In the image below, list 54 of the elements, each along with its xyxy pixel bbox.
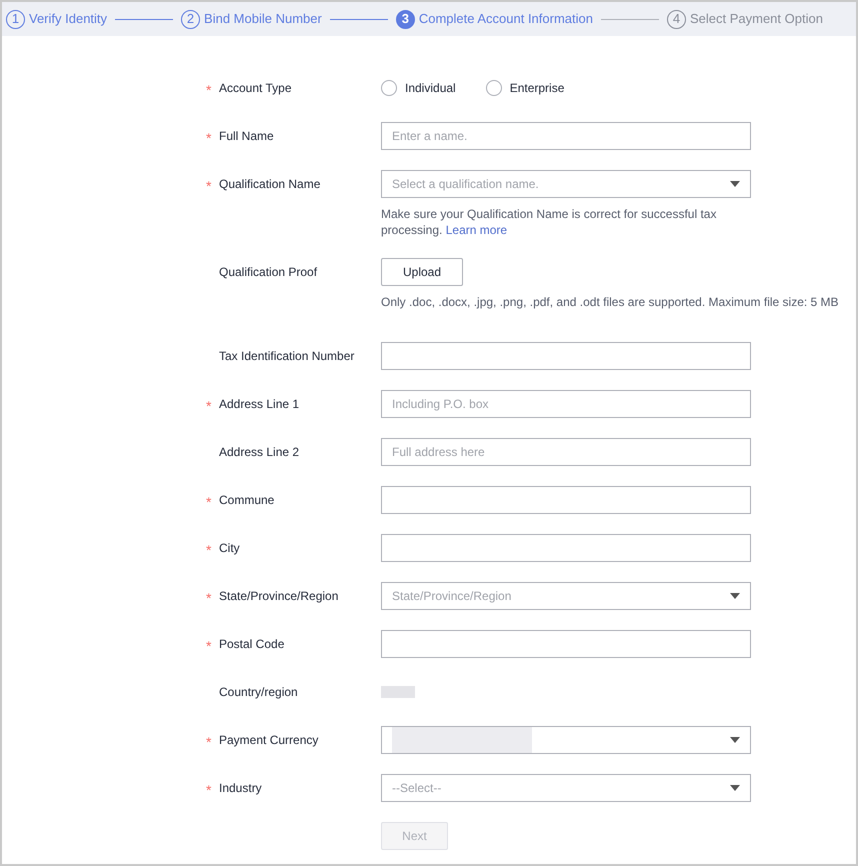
- required-mark: *: [206, 82, 212, 98]
- step-label: Verify Identity: [29, 10, 108, 28]
- step-number: 1: [6, 10, 25, 28]
- caret-icon: [730, 593, 740, 599]
- field-label: Qualification Proof: [219, 264, 318, 281]
- required-mark: *: [206, 590, 212, 606]
- step-number: 2: [181, 10, 200, 28]
- hint-text: Only .doc, .docx, .jpg, .png, .pdf, and .odt files are supported. Maximum file size: 5 MB: [381, 294, 840, 310]
- radio-option[interactable]: Individual: [381, 79, 456, 97]
- select-field[interactable]: [381, 726, 751, 754]
- field-label: Address Line 2: [219, 444, 300, 461]
- field-label: Country/region: [219, 684, 298, 701]
- required-mark: *: [206, 638, 212, 654]
- field-label: Full Name: [219, 128, 274, 145]
- required-mark: *: [206, 178, 212, 194]
- select-field[interactable]: Select a qualification name.: [381, 170, 751, 198]
- field-label: Postal Code: [219, 636, 284, 653]
- field-label: Address Line 1: [219, 396, 300, 413]
- step-label: Select Payment Option: [690, 10, 823, 28]
- select-field[interactable]: --Select--: [381, 774, 751, 802]
- step-number: 4: [666, 10, 686, 28]
- caret-icon: [730, 785, 740, 791]
- text-field[interactable]: [381, 342, 751, 370]
- text-field[interactable]: [381, 486, 751, 514]
- required-mark: *: [206, 494, 212, 510]
- select-field[interactable]: State/Province/Region: [381, 582, 751, 610]
- caret-icon: [730, 737, 740, 743]
- step-label: Bind Mobile Number: [204, 10, 322, 28]
- text-field[interactable]: [381, 534, 751, 562]
- required-mark: *: [206, 542, 212, 558]
- text-field[interactable]: Enter a name.: [381, 122, 751, 150]
- field-label: State/Province/Region: [219, 588, 338, 605]
- text-field[interactable]: Including P.O. box: [381, 390, 751, 418]
- field-label: Industry: [219, 780, 262, 797]
- radio-option[interactable]: Enterprise: [486, 79, 564, 97]
- text-field[interactable]: Full address here: [381, 438, 751, 466]
- field-label: City: [219, 540, 240, 557]
- field-label: Qualification Name: [219, 176, 320, 193]
- step-label: Complete Account Information: [418, 10, 593, 28]
- learn-more-link[interactable]: Learn more: [446, 223, 508, 237]
- field-label: Tax Identification Number: [219, 348, 354, 365]
- caret-icon: [730, 181, 740, 187]
- required-mark: *: [206, 782, 212, 798]
- text-field[interactable]: [381, 630, 751, 658]
- step-number: 3: [396, 10, 415, 28]
- required-mark: *: [206, 130, 212, 146]
- field-label: Commune: [219, 492, 274, 509]
- required-mark: *: [206, 398, 212, 414]
- hint-text: Make sure your Qualification Name is correct for successful tax processing. Learn more: [381, 206, 718, 238]
- field-label: Payment Currency: [219, 732, 318, 749]
- upload-button[interactable]: Upload: [381, 258, 463, 286]
- required-mark: *: [206, 734, 212, 750]
- blurred-value: [381, 686, 415, 698]
- field-label: Account Type: [219, 80, 292, 97]
